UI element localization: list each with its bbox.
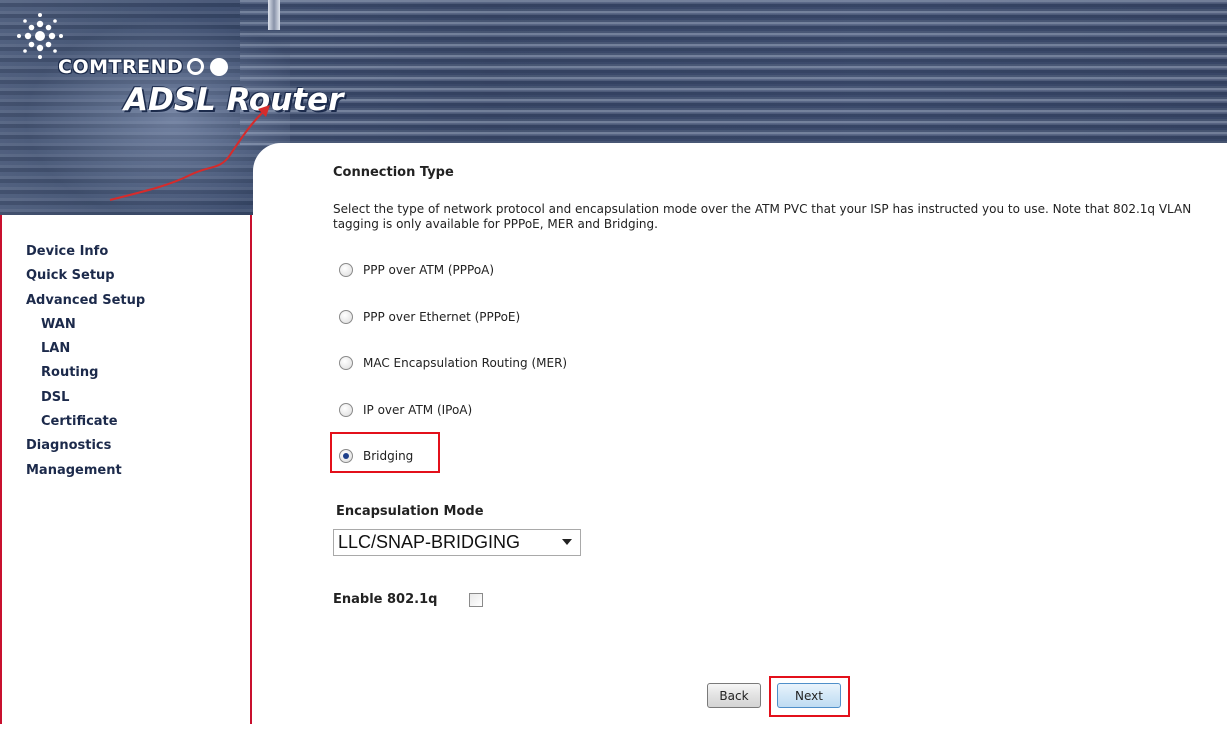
sidebar-item-advanced-setup[interactable]: Advanced Setup (26, 289, 145, 313)
chevron-down-icon (562, 539, 572, 545)
option-pppoe-label: PPP over Ethernet (PPPoE) (363, 310, 521, 324)
option-pppoe[interactable]: PPP over Ethernet (PPPoE) (339, 306, 520, 328)
option-mer[interactable]: MAC Encapsulation Routing (MER) (339, 352, 567, 374)
sidebar-item-management[interactable]: Management (26, 459, 145, 483)
brand-name: COMTREND (58, 56, 184, 78)
banner-post-decoration (268, 0, 280, 30)
sidebar-nav: Device Info Quick Setup Advanced Setup W… (26, 240, 145, 483)
sidebar-item-wan[interactable]: WAN (26, 313, 145, 337)
radio-pppoa[interactable] (339, 263, 353, 277)
next-button[interactable]: Next (777, 683, 841, 708)
sidebar-item-certificate[interactable]: Certificate (26, 410, 145, 434)
brand-logo: COMTREND (22, 52, 229, 82)
option-bridging-label: Bridging (363, 449, 414, 463)
sidebar-item-lan[interactable]: LAN (26, 337, 145, 361)
option-pppoa[interactable]: PPP over ATM (PPPoA) (339, 259, 494, 281)
option-bridging[interactable]: Bridging (339, 445, 413, 467)
enable-vlan-checkbox[interactable] (469, 593, 483, 607)
enable-vlan-label: Enable 802.1q (333, 592, 438, 607)
page-title: Connection Type (333, 165, 454, 180)
page-description: Select the type of network protocol and … (333, 202, 1192, 231)
sidebar: Device Info Quick Setup Advanced Setup W… (0, 215, 252, 724)
option-ipoa[interactable]: IP over ATM (IPoA) (339, 399, 472, 421)
radio-ipoa[interactable] (339, 403, 353, 417)
banner-light-band (240, 0, 1227, 145)
option-mer-label: MAC Encapsulation Routing (MER) (363, 356, 568, 370)
sidebar-item-routing[interactable]: Routing (26, 361, 145, 385)
option-pppoa-label: PPP over ATM (PPPoA) (363, 263, 495, 277)
back-button[interactable]: Back (707, 683, 761, 708)
sidebar-item-dsl[interactable]: DSL (26, 386, 145, 410)
encapsulation-mode-label: Encapsulation Mode (336, 504, 484, 519)
radio-pppoe[interactable] (339, 310, 353, 324)
sidebar-item-device-info[interactable]: Device Info (26, 240, 145, 264)
brand-circles-icon (187, 58, 229, 76)
main-content: Connection Type Select the type of netwo… (330, 165, 1213, 717)
encapsulation-mode-value: LLC/SNAP-BRIDGING (338, 532, 521, 552)
sidebar-item-quick-setup[interactable]: Quick Setup (26, 264, 145, 288)
radio-bridging[interactable] (339, 449, 353, 463)
radio-mer[interactable] (339, 356, 353, 370)
option-ipoa-label: IP over ATM (IPoA) (363, 403, 473, 417)
encapsulation-mode-select[interactable]: LLC/SNAP-BRIDGING (333, 529, 581, 556)
sidebar-item-diagnostics[interactable]: Diagnostics (26, 434, 145, 458)
